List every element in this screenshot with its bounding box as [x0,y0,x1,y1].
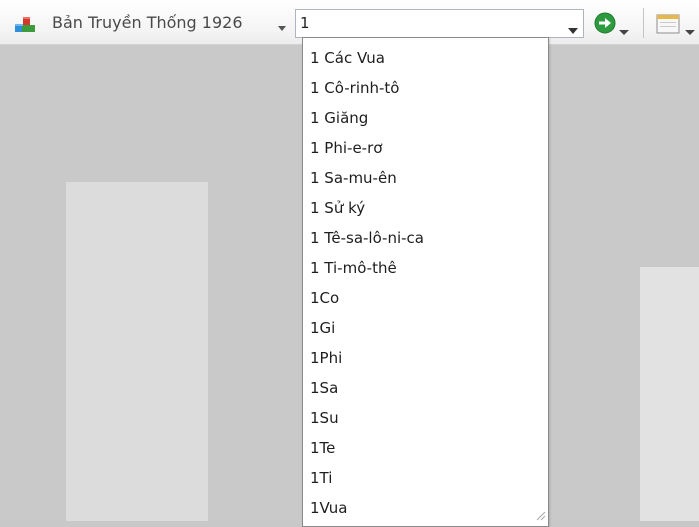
list-item[interactable]: 1Ti [310,463,332,493]
list-item[interactable]: 1 Các Vua [310,43,385,73]
chevron-down-icon[interactable] [619,21,629,35]
list-item[interactable]: 1 Cô-rinh-tô [310,73,399,103]
bible-books-icon[interactable] [14,14,36,34]
list-item[interactable]: 1Gi [310,313,335,343]
toolbar-separator [643,8,644,38]
chevron-down-icon[interactable] [277,18,287,31]
list-item[interactable]: 1 Sa-mu-ên [310,163,397,193]
background-panel [66,182,208,521]
view-panel-icon[interactable] [656,13,680,35]
book-dropdown-list[interactable]: 1 Các Vua 1 Cô-rinh-tô 1 Giăng 1 Phi-e-r… [302,37,549,527]
book-combobox[interactable] [295,9,584,38]
list-item[interactable]: 1Vua [310,493,348,523]
list-item[interactable]: 1 Tê-sa-lô-ni-ca [310,223,424,253]
resize-grip-icon[interactable] [534,506,546,521]
list-item[interactable]: 1 Giăng [310,103,368,133]
background-panel [640,267,699,521]
list-item[interactable]: 1 Ti-mô-thê [310,253,397,283]
list-item[interactable]: 1Co [310,283,339,313]
list-item[interactable]: 1 Sử ký [310,193,365,223]
chevron-down-icon[interactable] [685,21,695,35]
list-item[interactable]: 1Sa [310,373,338,403]
list-item[interactable]: 1Te [310,433,335,463]
view-button[interactable] [653,9,699,37]
list-item[interactable]: 1 Phi-e-rơ [310,133,382,163]
go-arrow-icon[interactable] [593,11,617,35]
list-item[interactable]: 1Phi [310,343,342,373]
book-search-input[interactable] [300,12,560,34]
chevron-down-icon[interactable] [568,20,578,34]
bible-version-selector[interactable]: Bản Truyền Thống 1926 [52,13,243,32]
go-button[interactable] [593,9,631,37]
list-item[interactable]: 1Su [310,403,339,433]
